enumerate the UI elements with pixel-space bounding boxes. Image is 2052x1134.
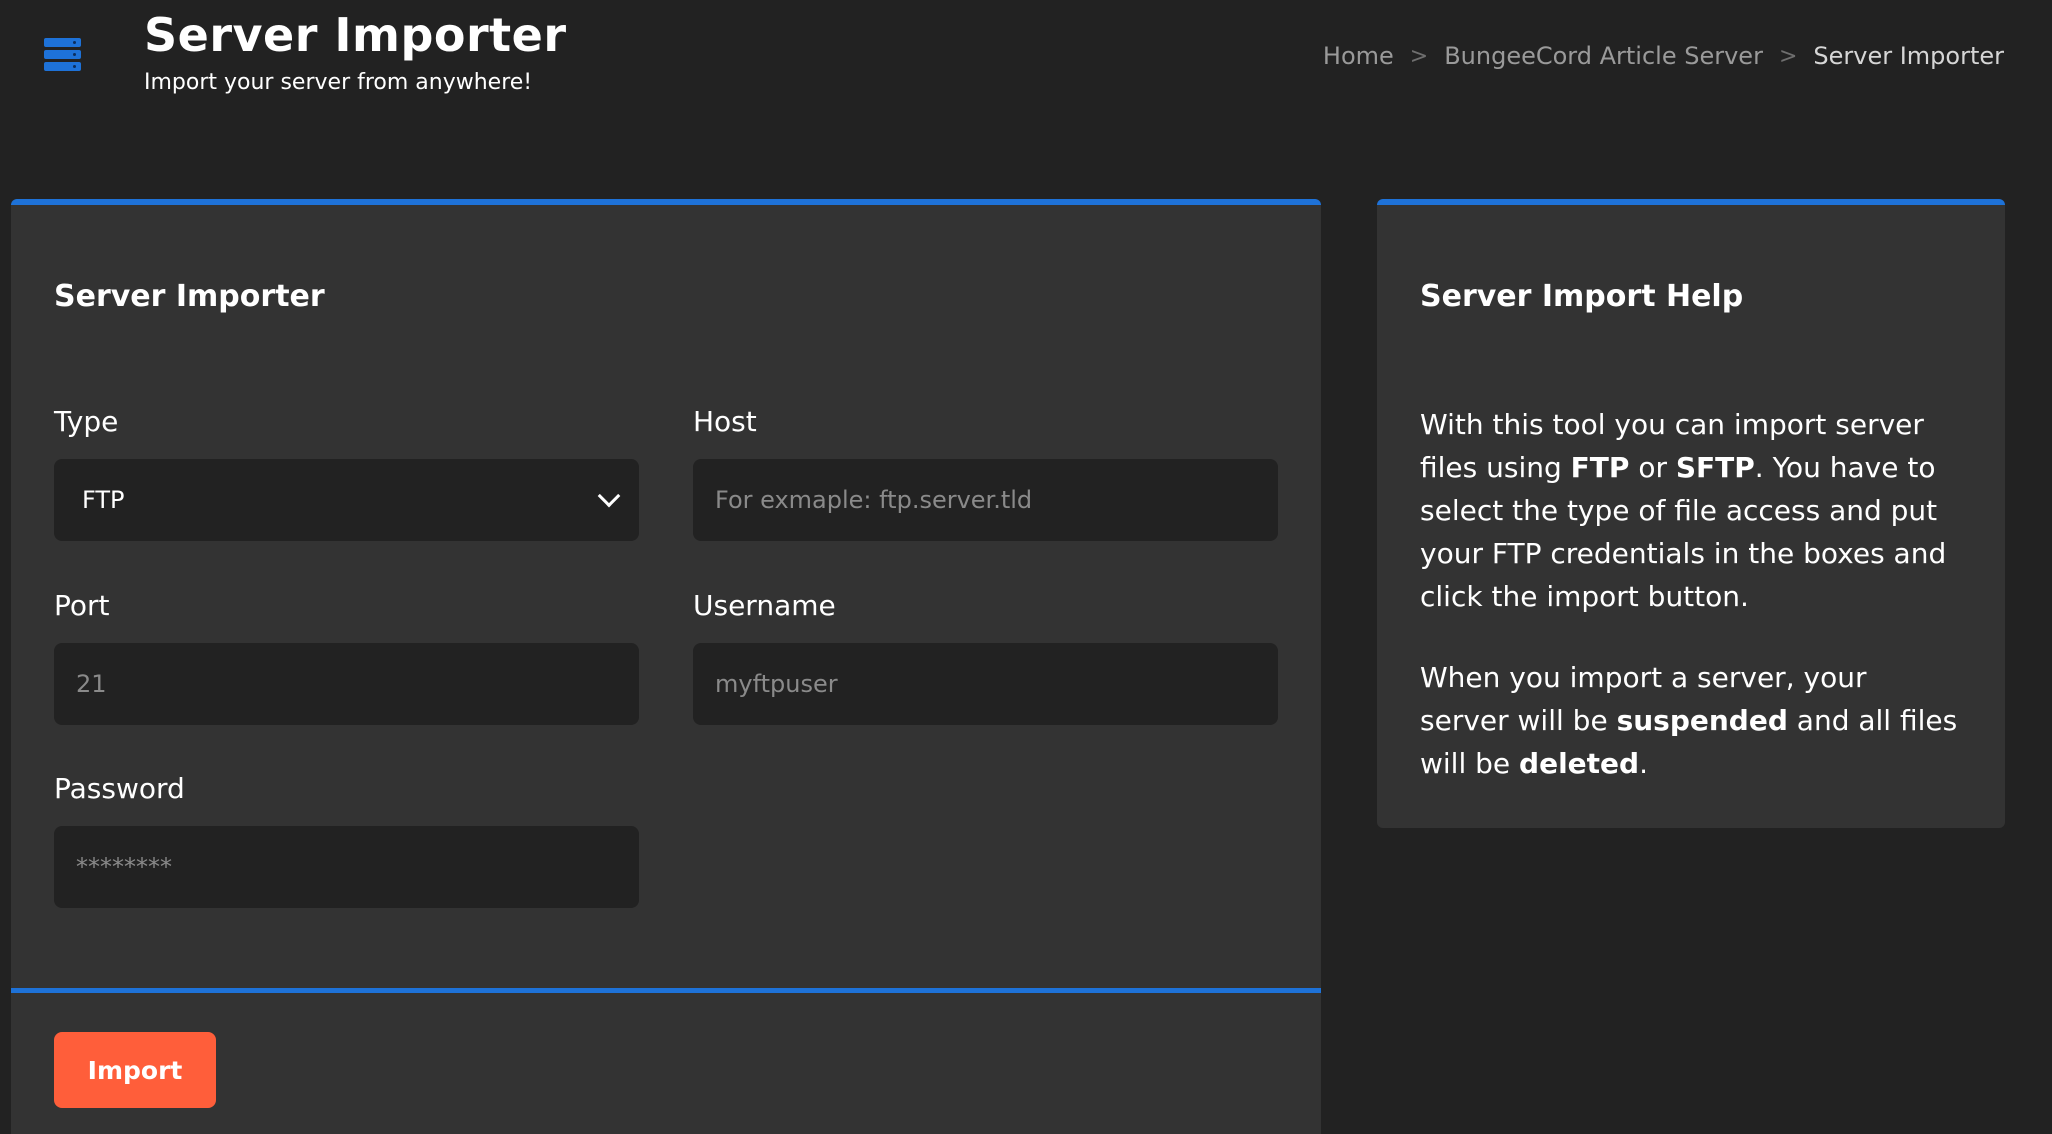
import-button[interactable]: Import [54,1032,216,1108]
page-subtitle: Import your server from anywhere! [144,70,533,95]
server-icon [44,38,81,72]
help-paragraph-1: With this tool you can import server fil… [1420,408,1947,613]
type-label: Type [54,405,119,438]
page-title: Server Importer [144,8,567,62]
port-input[interactable] [54,643,639,725]
page: Server Importer Import your server from … [0,0,2052,1134]
help-card-title: Server Import Help [1420,279,1744,314]
breadcrumb-home[interactable]: Home [1323,42,1394,70]
breadcrumb-separator: > [1409,43,1429,69]
card-footer-divider [11,988,1321,993]
username-label: Username [693,589,836,622]
password-input[interactable] [54,826,639,908]
breadcrumb-current: Server Importer [1813,42,2004,70]
type-select[interactable]: FTP [54,459,639,541]
password-label: Password [54,772,185,805]
breadcrumb-server[interactable]: BungeeCord Article Server [1444,42,1763,70]
type-select-value: FTP [82,486,125,514]
host-label: Host [693,405,757,438]
breadcrumb-separator: > [1778,43,1798,69]
server-import-help-card: Server Import Help With this tool you ca… [1377,199,2005,828]
port-label: Port [54,589,110,622]
chevron-down-icon [597,484,621,508]
importer-card-title: Server Importer [54,279,325,314]
help-paragraph-2: When you import a server, your server wi… [1420,661,1958,780]
username-input[interactable] [693,643,1278,725]
breadcrumb: Home > BungeeCord Article Server > Serve… [1323,42,2004,70]
host-input[interactable] [693,459,1278,541]
server-importer-card: Server Importer Type FTP Host Port Usern… [11,199,1321,1134]
